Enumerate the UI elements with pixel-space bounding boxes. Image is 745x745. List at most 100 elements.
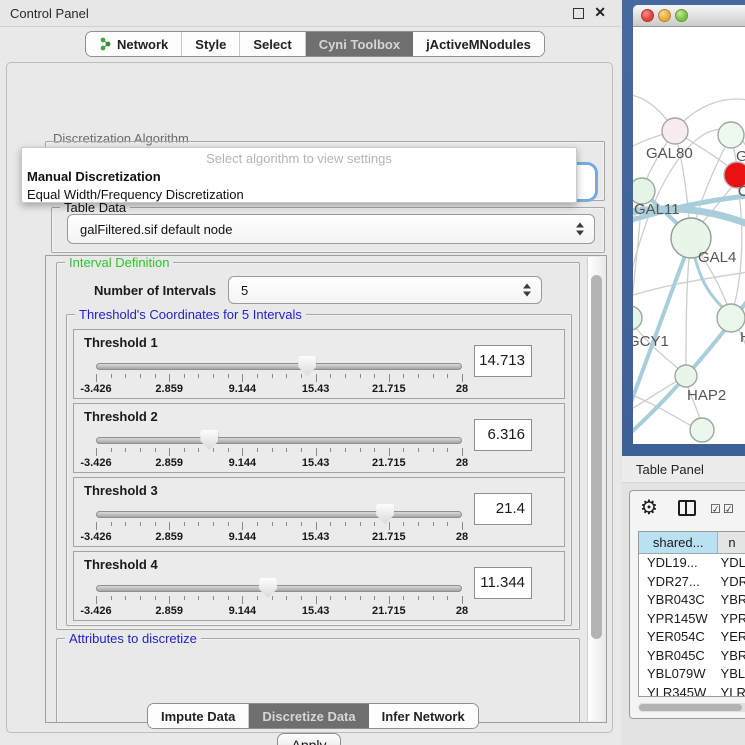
float-window-icon[interactable] — [573, 8, 584, 19]
tick-label: 2.859 — [155, 457, 183, 469]
slider-ruler — [96, 522, 462, 530]
slider-track[interactable] — [96, 437, 462, 444]
network-node — [675, 365, 697, 387]
tick-label: 2.859 — [155, 531, 183, 543]
node-label: HAP2 — [687, 387, 726, 404]
combobox-stepper-icon — [523, 284, 531, 297]
table-hscrollbar-thumb[interactable] — [639, 704, 742, 711]
number-of-intervals-combobox[interactable]: 5 — [228, 276, 542, 304]
threshold-label: Threshold 1 — [84, 335, 158, 350]
column-header-1[interactable]: n — [718, 532, 745, 553]
table-row[interactable]: YBL079WYBL0 — [639, 665, 745, 684]
tab-select[interactable]: Select — [240, 32, 305, 56]
table-row[interactable]: YLR345WYLR3 — [639, 684, 745, 698]
tick-label: 9.144 — [229, 605, 257, 617]
network-canvas[interactable]: GAL80GCGAL11GAL4GCY1HHAP2 — [633, 27, 745, 444]
cyni-mode-tabstrip: Impute DataDiscretize DataInfer Network — [147, 703, 479, 729]
node-label: GAL11 — [634, 201, 680, 218]
column-header-0[interactable]: shared... — [639, 532, 718, 553]
control-panel-titlebar: Control Panel ✕ — [0, 0, 620, 27]
panel-scrollbar-thumb[interactable] — [591, 275, 602, 639]
threshold-label: Threshold 4 — [84, 557, 158, 572]
node-label: GAL80 — [646, 145, 693, 162]
tick-label: -3.426 — [80, 457, 111, 469]
tick-label: 15.43 — [302, 457, 330, 469]
table-panel-title: Table Panel — [636, 456, 704, 483]
threshold-value-field[interactable]: 14.713 — [474, 345, 532, 377]
cyni-toolbox-panel: Discretization Algorithm Select algorith… — [6, 62, 613, 733]
table-row[interactable]: YDL19...YDL1 — [639, 554, 745, 573]
panel-scrollbar-track[interactable] — [587, 257, 604, 721]
table-data-selected-value: galFiltered.sif default node — [80, 215, 232, 243]
threshold-panel-4: Threshold 4-3.4262.8599.14415.4321.71528… — [73, 551, 565, 621]
slider-thumb[interactable] — [298, 356, 316, 376]
tick-label: 21.715 — [372, 531, 406, 543]
tab-infer-network[interactable]: Infer Network — [369, 704, 478, 728]
attributes-group-title: Attributes to discretize — [65, 631, 201, 646]
table-hscrollbar-track[interactable] — [638, 703, 745, 712]
slider-track[interactable] — [96, 585, 462, 592]
slider-ruler — [96, 374, 462, 382]
threshold-value-field[interactable]: 11.344 — [474, 567, 532, 599]
tick-label: 21.715 — [372, 605, 406, 617]
table-row[interactable]: YPR145WYPR1 — [639, 610, 745, 629]
table-panel-region: ⚙ ☑ ☑ shared...n YDL19...YDL1YDR27...YDR… — [622, 483, 745, 745]
algorithm-option-equal-width-frequency[interactable]: Equal Width/Frequency Discretization — [27, 187, 244, 202]
threshold-value-field[interactable]: 21.4 — [474, 493, 532, 525]
tick-label: -3.426 — [80, 531, 111, 543]
threshold-value-field[interactable]: 6.316 — [474, 419, 532, 451]
tab-discretize-data[interactable]: Discretize Data — [249, 704, 368, 728]
node-label: G — [736, 148, 745, 165]
table-body: YDL19...YDL1YDR27...YDR2YBR043CYBR0YPR14… — [639, 554, 745, 697]
tab-cyni-toolbox[interactable]: Cyni Toolbox — [306, 32, 413, 56]
tick-label: 9.144 — [229, 383, 257, 395]
tab-impute-data[interactable]: Impute Data — [148, 704, 249, 728]
tick-label: -3.426 — [80, 383, 111, 395]
algorithm-placeholder-option[interactable]: Select algorithm to view settings — [22, 151, 576, 166]
network-node — [718, 122, 744, 148]
control-panel: Control Panel ✕ NetworkStyleSelectCyni T… — [0, 0, 620, 745]
slider-track[interactable] — [96, 363, 462, 370]
slider-thumb[interactable] — [376, 504, 394, 524]
tick-label: -3.426 — [80, 605, 111, 617]
network-node — [662, 118, 688, 144]
close-icon[interactable]: ✕ — [594, 4, 606, 21]
table-row[interactable]: YDR27...YDR2 — [639, 573, 745, 592]
apply-button[interactable]: Apply — [277, 733, 341, 745]
tick-label: 15.43 — [302, 531, 330, 543]
number-of-intervals-value: 5 — [241, 277, 248, 303]
minimize-traffic-light[interactable] — [658, 9, 671, 22]
algorithm-option-manual-discretization[interactable]: Manual Discretization — [27, 169, 161, 184]
threshold-panel-3: Threshold 3-3.4262.8599.14415.4321.71528… — [73, 477, 565, 547]
zoom-traffic-light[interactable] — [675, 9, 688, 22]
algorithm-dropdown-popup: Select algorithm to view settings Manual… — [21, 147, 577, 203]
close-traffic-light[interactable] — [641, 9, 654, 22]
network-node — [633, 306, 642, 330]
threshold-label: Threshold 2 — [84, 409, 158, 424]
tab-network[interactable]: Network — [86, 32, 182, 56]
tick-label: 21.715 — [372, 457, 406, 469]
slider-thumb[interactable] — [259, 578, 277, 598]
slider-thumb[interactable] — [200, 430, 218, 450]
threshold-label: Threshold 3 — [84, 483, 158, 498]
split-columns-icon[interactable] — [678, 500, 696, 516]
network-window-titlebar[interactable] — [633, 5, 745, 27]
tab-style[interactable]: Style — [182, 32, 240, 56]
slider-track[interactable] — [96, 511, 462, 518]
checkbox-icon[interactable]: ☑ — [723, 502, 734, 516]
node-label: H — [740, 329, 745, 346]
threshold-panel-2: Threshold 2-3.4262.8599.14415.4321.71528… — [73, 403, 565, 473]
network-node — [717, 304, 745, 332]
table-row[interactable]: YER054CYER0 — [639, 628, 745, 647]
control-panel-title: Control Panel — [10, 0, 89, 27]
node-attribute-table[interactable]: shared...n YDL19...YDL1YDR27...YDR2YBR04… — [638, 531, 745, 697]
tab-jactivemnodules[interactable]: jActiveMNodules — [413, 32, 544, 56]
number-of-intervals-label: Number of Intervals — [94, 283, 216, 298]
table-row[interactable]: YBR045CYBR0 — [639, 647, 745, 666]
table-header-row: shared...n — [639, 532, 745, 554]
table-row[interactable]: YBR043CYBR0 — [639, 591, 745, 610]
table-data-combobox[interactable]: galFiltered.sif default node — [67, 214, 595, 244]
control-panel-tabstrip: NetworkStyleSelectCyni ToolboxjActiveMNo… — [85, 31, 545, 57]
gear-icon[interactable]: ⚙ — [640, 495, 658, 520]
checkbox-icon[interactable]: ☑ — [710, 502, 721, 516]
